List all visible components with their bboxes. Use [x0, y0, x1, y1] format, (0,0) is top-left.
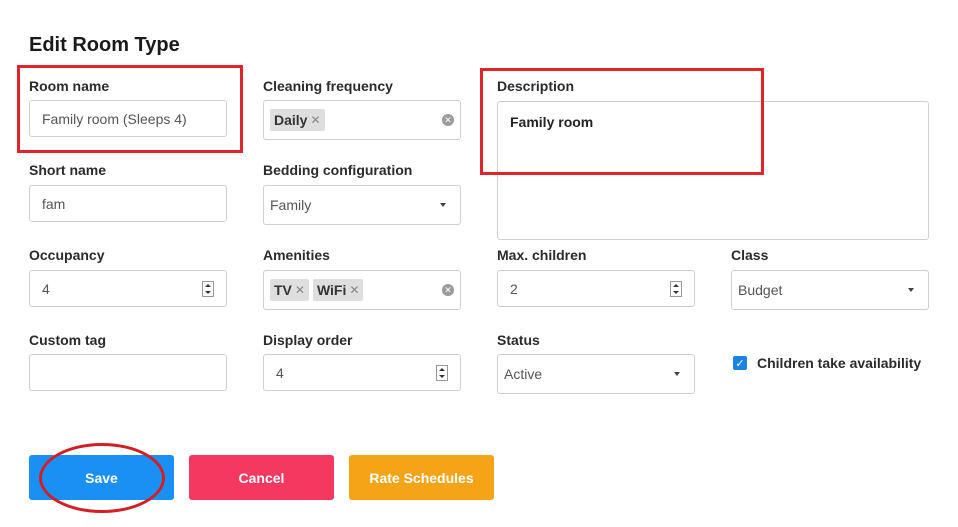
rate-schedules-button[interactable]: Rate Schedules [349, 455, 494, 500]
amenities-select[interactable]: TV ✕ WiFi ✕ ✕ [263, 270, 461, 310]
bedding-configuration-value: Family [270, 197, 312, 213]
children-take-availability-row[interactable]: ✓ Children take availability [733, 355, 921, 371]
amenities-label: Amenities [263, 247, 330, 263]
class-label: Class [731, 247, 769, 263]
chevron-down-icon [440, 203, 446, 207]
display-order-input[interactable]: 4 [263, 354, 461, 391]
display-order-stepper-icon[interactable] [436, 364, 448, 381]
clear-icon[interactable]: ✕ [442, 114, 454, 126]
cancel-button[interactable]: Cancel [189, 455, 334, 500]
display-order-label: Display order [263, 332, 353, 348]
display-order-value: 4 [276, 364, 284, 381]
status-select[interactable]: Active [497, 354, 695, 394]
bedding-configuration-label: Bedding configuration [263, 162, 413, 178]
occupancy-input[interactable]: 4 [29, 270, 227, 307]
custom-tag-input[interactable] [29, 354, 227, 391]
short-name-label: Short name [29, 162, 107, 178]
annotation-description-highlight [480, 68, 764, 175]
remove-tag-icon[interactable]: ✕ [310, 113, 320, 127]
short-name-input[interactable]: fam [29, 185, 227, 222]
chevron-down-icon [674, 372, 680, 376]
tag-wifi-label: WiFi [316, 282, 347, 298]
chevron-down-icon [908, 288, 914, 292]
tag-daily: Daily ✕ [270, 109, 325, 131]
children-take-availability-label: Children take availability [757, 355, 922, 371]
tag-tv-label: TV [274, 282, 292, 298]
max-children-stepper-icon[interactable] [670, 280, 682, 297]
status-value: Active [504, 366, 543, 382]
clear-icon[interactable]: ✕ [442, 284, 454, 296]
short-name-value: fam [42, 195, 66, 212]
class-value: Budget [738, 282, 783, 298]
annotation-save-circle [39, 443, 165, 513]
occupancy-label: Occupancy [29, 247, 105, 263]
tag-tv: TV ✕ [270, 279, 309, 301]
children-take-availability-checkbox[interactable]: ✓ [733, 356, 747, 370]
occupancy-value: 4 [42, 280, 50, 297]
occupancy-stepper-icon[interactable] [202, 280, 214, 297]
bedding-configuration-select[interactable]: Family [263, 185, 461, 225]
custom-tag-label: Custom tag [29, 332, 106, 348]
page-title: Edit Room Type [29, 34, 180, 56]
cleaning-frequency-select[interactable]: Daily ✕ ✕ [263, 100, 461, 140]
max-children-value: 2 [510, 280, 518, 297]
remove-tag-icon[interactable]: ✕ [295, 283, 305, 297]
tag-wifi: WiFi ✕ [312, 279, 364, 301]
max-children-input[interactable]: 2 [497, 270, 695, 307]
class-select[interactable]: Budget [731, 270, 929, 310]
status-label: Status [497, 332, 540, 348]
cleaning-frequency-label: Cleaning frequency [263, 78, 393, 94]
remove-tag-icon[interactable]: ✕ [349, 283, 359, 297]
annotation-room-name-highlight [17, 65, 243, 153]
max-children-label: Max. children [497, 247, 587, 263]
tag-daily-label: Daily [274, 112, 308, 128]
